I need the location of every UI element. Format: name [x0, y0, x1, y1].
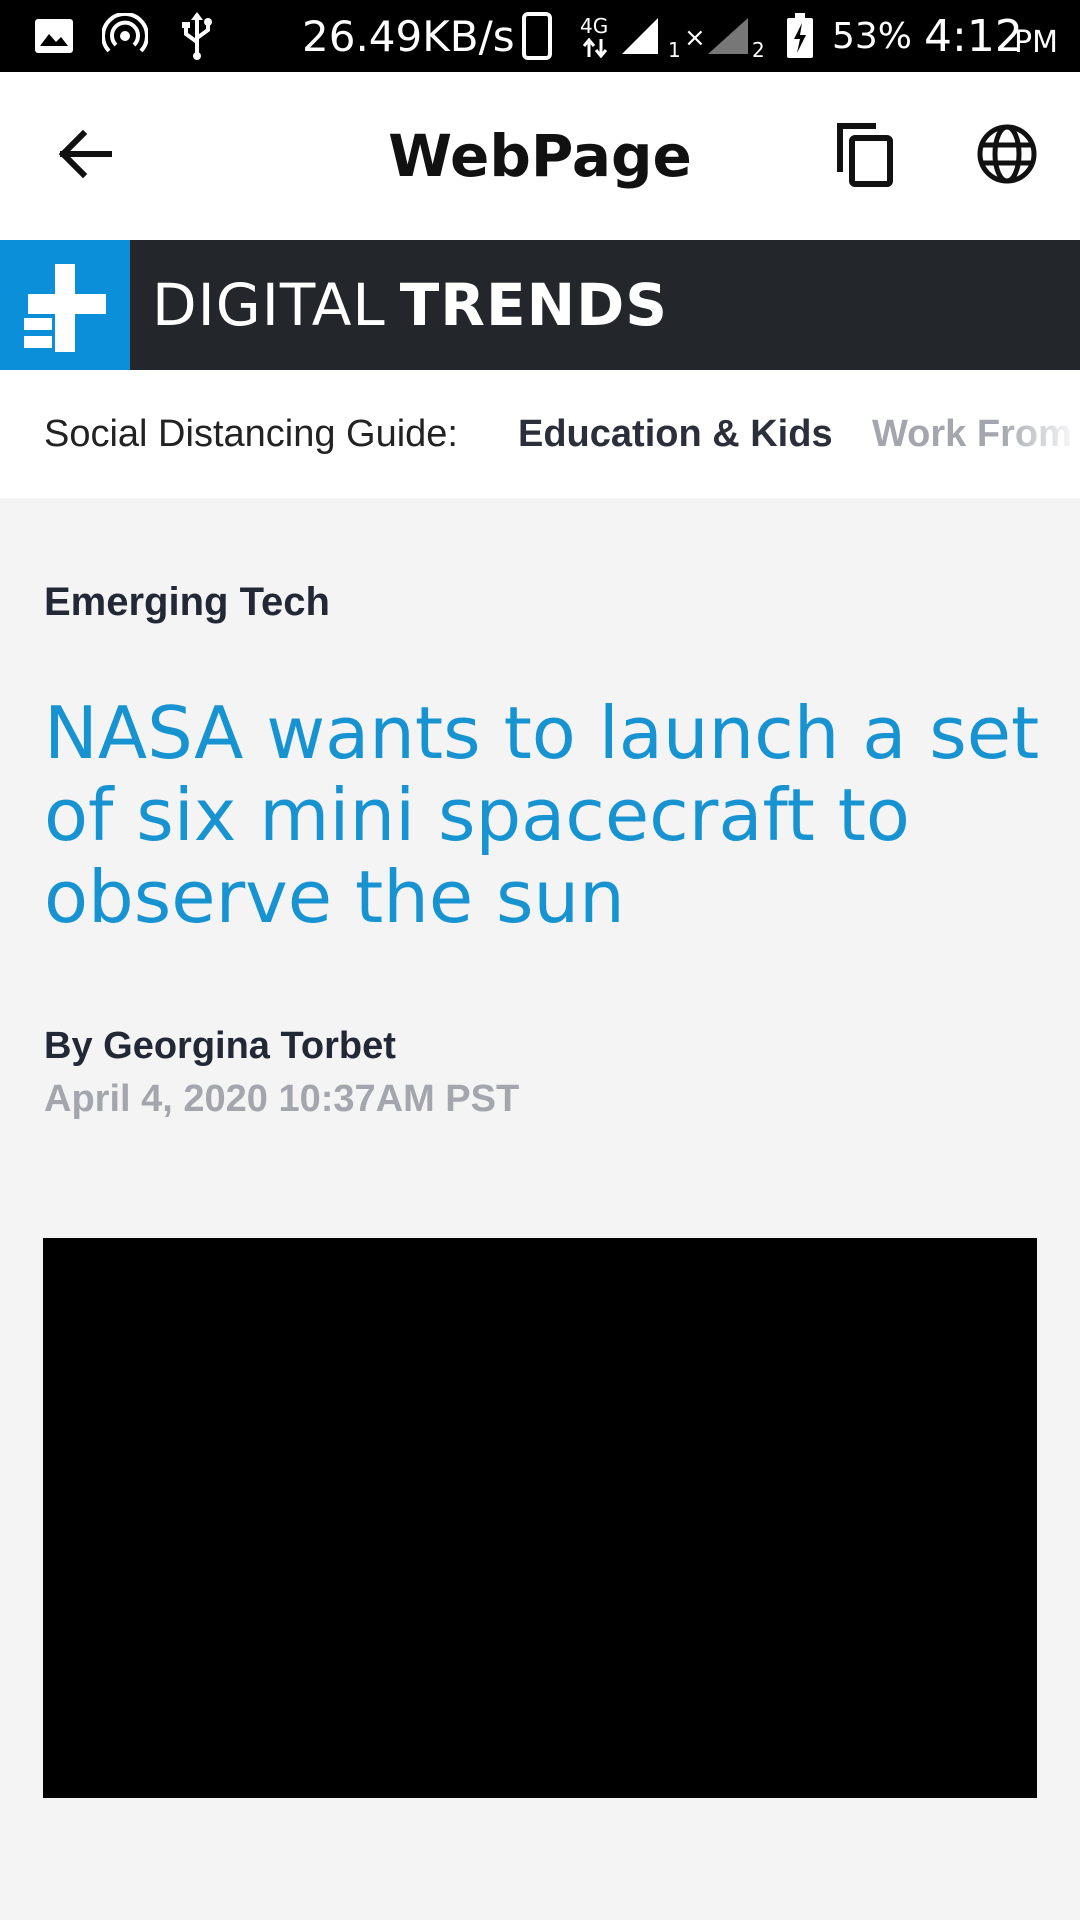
network-speed: 26.49KB/s	[302, 11, 515, 61]
article-date: April 4, 2020 10:37AM PST	[44, 1078, 520, 1120]
clock-time: 4:12	[924, 10, 1023, 62]
page-title: WebPage	[388, 122, 692, 190]
battery-percent: 53%	[832, 15, 913, 57]
article-author[interactable]: By Georgina Torbet	[44, 1025, 396, 1068]
signal-icon	[706, 0, 750, 72]
browser-button[interactable]	[962, 116, 1052, 196]
battery-charging-icon	[786, 0, 814, 72]
guide-link-education[interactable]: Education & Kids	[518, 370, 833, 498]
hotspot-icon	[102, 0, 148, 72]
globe-icon	[976, 123, 1038, 190]
site-name-part2: TRENDS	[399, 271, 669, 339]
no-service-icon: ×	[684, 23, 706, 53]
guide-label: Social Distancing Guide:	[44, 412, 458, 455]
article-media[interactable]	[43, 1238, 1037, 1798]
signal-icon	[620, 0, 660, 72]
clock-ampm: PM	[1014, 24, 1058, 60]
guide-fade	[1000, 370, 1080, 498]
site-name[interactable]: DIGITAL TRENDS	[152, 240, 668, 370]
digital-trends-logo-icon	[24, 264, 106, 352]
usb-icon	[180, 0, 214, 72]
copy-icon	[834, 120, 896, 193]
copy-button[interactable]	[820, 116, 910, 196]
site-logo[interactable]	[0, 240, 130, 370]
status-bar: 26.49KB/s 4G 1 × 2 53% 4:12 PM	[0, 0, 1080, 72]
image-icon	[34, 0, 74, 72]
site-header: DIGITAL TRENDS	[0, 240, 1080, 370]
article-category[interactable]: Emerging Tech	[44, 580, 330, 625]
guide-bar: Social Distancing Guide: Education & Kid…	[0, 370, 1080, 498]
app-bar: WebPage	[0, 72, 1080, 240]
article-title: NASA wants to launch a set of six mini s…	[44, 691, 1040, 939]
site-name-part1: DIGITAL	[152, 271, 386, 339]
phone-icon	[522, 0, 552, 72]
